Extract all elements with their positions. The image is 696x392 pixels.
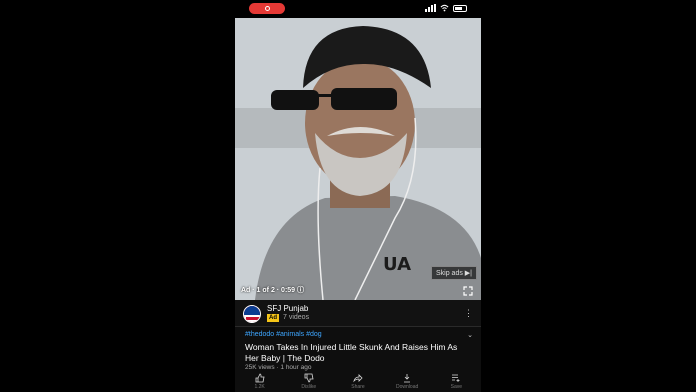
share-label: Share bbox=[351, 384, 365, 390]
download-button[interactable]: Download bbox=[392, 373, 422, 392]
dislike-label: Dislike bbox=[301, 384, 317, 390]
channel-row[interactable]: SFJ Punjab Ad 7 videos ⋮ bbox=[235, 300, 481, 326]
battery-icon bbox=[453, 4, 467, 12]
video-player[interactable]: UA Ad · 1 of 2 · 0:59 ⓘ Skip ads ▶| bbox=[235, 18, 481, 300]
action-bar: 1.2K Dislike Share Download Save bbox=[235, 373, 481, 392]
save-icon bbox=[452, 374, 460, 382]
hashtags[interactable]: #thedodo #animals #dog bbox=[245, 331, 322, 338]
more-options-icon[interactable]: ⋮ bbox=[464, 308, 473, 319]
video-title[interactable]: Woman Takes In Injured Little Skunk And … bbox=[245, 342, 465, 364]
channel-avatar[interactable] bbox=[243, 305, 261, 323]
thumbs-down-icon bbox=[304, 373, 314, 383]
like-button[interactable]: 1.2K bbox=[245, 373, 275, 392]
download-icon bbox=[404, 374, 411, 383]
thumbs-up-icon bbox=[255, 373, 265, 383]
fullscreen-icon[interactable] bbox=[463, 286, 473, 296]
skip-ads-button[interactable]: Skip ads ▶| bbox=[431, 266, 477, 280]
ad-progress-label: Ad · 1 of 2 · 0:59 ⓘ bbox=[241, 287, 305, 294]
channel-name[interactable]: SFJ Punjab bbox=[267, 304, 308, 313]
save-label: Save bbox=[450, 384, 463, 390]
download-label: Download bbox=[396, 384, 419, 390]
signal-icon bbox=[425, 4, 436, 12]
record-icon[interactable] bbox=[249, 3, 285, 14]
ad-badge: Ad bbox=[267, 314, 279, 322]
like-label: 1.2K bbox=[254, 384, 265, 390]
svg-text:UA: UA bbox=[383, 254, 411, 275]
phone-screen: UA Ad · 1 of 2 · 0:59 ⓘ Skip ads ▶| SFJ … bbox=[235, 0, 481, 392]
video-count: 7 videos bbox=[283, 314, 310, 321]
status-bar bbox=[235, 0, 481, 18]
chevron-down-icon[interactable]: ⌄ bbox=[467, 331, 473, 339]
video-frame: UA bbox=[235, 18, 481, 300]
dislike-button[interactable]: Dislike bbox=[294, 373, 324, 392]
save-button[interactable]: Save bbox=[441, 373, 471, 392]
wifi-icon bbox=[440, 4, 449, 12]
share-icon bbox=[353, 374, 363, 383]
divider bbox=[235, 326, 481, 327]
status-icons bbox=[425, 4, 467, 12]
video-meta: 25K views · 1 hour ago bbox=[245, 364, 312, 371]
share-button[interactable]: Share bbox=[343, 373, 373, 392]
